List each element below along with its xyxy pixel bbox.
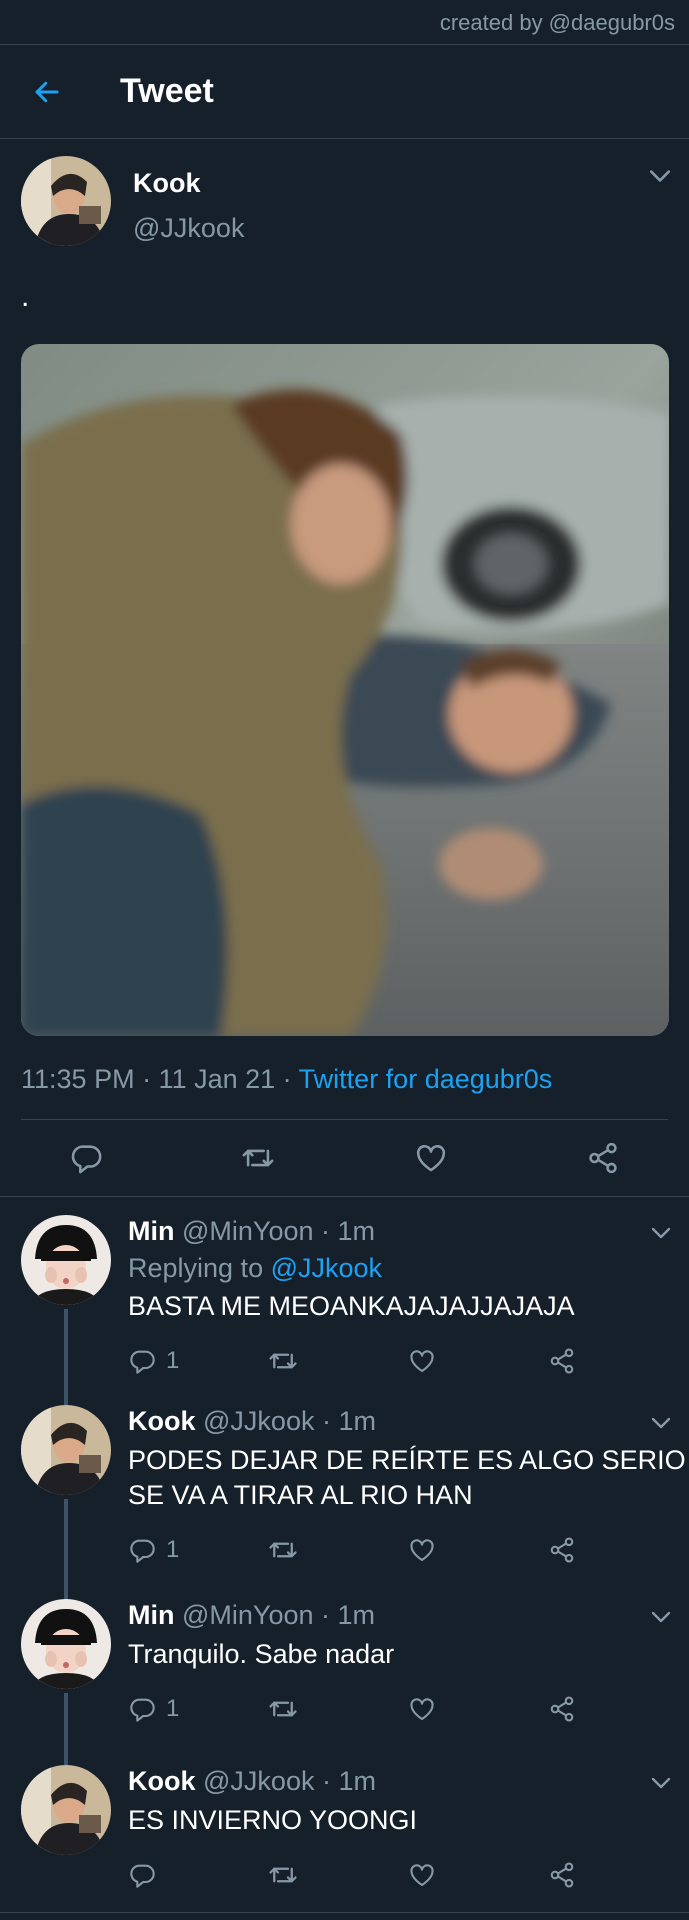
share-icon <box>586 1141 620 1175</box>
like-button[interactable] <box>414 1141 448 1175</box>
reply-author-name[interactable]: Kook <box>128 1766 196 1796</box>
share-icon <box>548 1536 576 1564</box>
reply-author-handle[interactable]: @MinYoon · 1m <box>182 1216 375 1246</box>
reply-tweet[interactable]: Kook @JJkook · 1m PODES DEJAR DE REÍRTE … <box>0 1391 689 1599</box>
replying-to-prefix: Replying to <box>128 1253 271 1283</box>
main-tweet: Kook @JJkook . 11:35 PM · 11 Jan 21 · Tw… <box>0 139 689 1120</box>
chevron-down-icon[interactable] <box>651 1611 671 1623</box>
retweet-button[interactable] <box>241 1141 275 1175</box>
reply-tweet[interactable]: Kook @JJkook · 1m ES INVIERNO YOONGI <box>0 1751 689 1913</box>
retweet-button[interactable] <box>268 1694 408 1724</box>
reply-author-name[interactable]: Kook <box>128 1406 196 1436</box>
reply-text: PODES DEJAR DE REÍRTE ES ALGO SERIO SE V… <box>128 1445 686 1510</box>
comment-icon <box>128 1695 156 1723</box>
retweet-icon <box>268 1694 298 1724</box>
reply-text: ES INVIERNO YOONGI <box>128 1805 418 1835</box>
retweet-button[interactable] <box>268 1860 408 1890</box>
reply-tweet[interactable]: Min @MinYoon · 1m Tranquilo. Sabe nadar … <box>0 1585 689 1765</box>
thread-line <box>64 1391 68 1403</box>
heart-icon <box>408 1347 436 1375</box>
reply-button[interactable] <box>69 1141 103 1175</box>
tweet-source-link[interactable]: Twitter for daegubr0s <box>299 1064 553 1094</box>
share-button[interactable] <box>548 1536 688 1564</box>
reply-button[interactable]: 1 <box>128 1695 268 1723</box>
reply-actions: 1 <box>128 1692 688 1726</box>
reply-tweet[interactable]: Min @MinYoon · 1m Replying to @JJkook BA… <box>0 1197 689 1409</box>
reply-count: 1 <box>166 1695 180 1722</box>
reply-button[interactable] <box>128 1861 268 1889</box>
photo-content <box>21 344 669 1036</box>
share-button[interactable] <box>586 1141 620 1175</box>
retweet-icon <box>268 1860 298 1890</box>
reply-author-handle[interactable]: @JJkook · 1m <box>203 1406 376 1436</box>
chevron-down-icon[interactable] <box>649 169 671 183</box>
reply-actions <box>128 1858 688 1892</box>
heart-icon <box>408 1536 436 1564</box>
comment-icon <box>128 1861 156 1889</box>
avatar[interactable] <box>21 1215 111 1305</box>
top-bar: Tweet <box>0 45 689 139</box>
tweet-text: . <box>21 280 30 313</box>
reply-text: BASTA ME MEOANKAJAJAJJAJAJA <box>128 1291 575 1321</box>
share-icon <box>548 1861 576 1889</box>
share-icon <box>548 1695 576 1723</box>
like-button[interactable] <box>408 1861 548 1889</box>
share-button[interactable] <box>548 1861 688 1889</box>
tweet-time-date: 11:35 PM · 11 Jan 21 · <box>21 1064 299 1094</box>
retweet-button[interactable] <box>268 1535 408 1565</box>
like-button[interactable] <box>408 1536 548 1564</box>
heart-icon <box>414 1141 448 1175</box>
comment-icon <box>128 1536 156 1564</box>
reply-text: Tranquilo. Sabe nadar <box>128 1639 395 1669</box>
tweet-timestamp: 11:35 PM · 11 Jan 21 · Twitter for daegu… <box>21 1064 668 1120</box>
reply-author-handle[interactable]: @MinYoon · 1m <box>182 1600 375 1630</box>
reply-author-name[interactable]: Min <box>128 1216 175 1246</box>
page-title: Tweet <box>120 72 214 110</box>
retweet-icon <box>268 1346 298 1376</box>
replying-to-link[interactable]: @JJkook <box>271 1253 382 1283</box>
tweet-author: Kook @JJkook <box>21 139 668 246</box>
reply-author-name[interactable]: Min <box>128 1600 175 1630</box>
thread-line <box>64 1499 68 1599</box>
retweet-icon <box>268 1535 298 1565</box>
reply-actions: 1 <box>128 1344 688 1378</box>
heart-icon <box>408 1861 436 1889</box>
back-button[interactable] <box>24 69 70 115</box>
share-button[interactable] <box>548 1347 688 1375</box>
thread-line <box>64 1751 68 1763</box>
reply-button[interactable]: 1 <box>128 1347 268 1375</box>
chevron-down-icon[interactable] <box>651 1227 671 1239</box>
comment-icon <box>128 1347 156 1375</box>
avatar[interactable] <box>21 1765 111 1855</box>
chevron-down-icon[interactable] <box>651 1777 671 1789</box>
reply-author-handle[interactable]: @JJkook · 1m <box>203 1766 376 1796</box>
reply-actions: 1 <box>128 1533 688 1567</box>
divider <box>0 1912 689 1913</box>
like-button[interactable] <box>408 1695 548 1723</box>
thread-line <box>64 1585 68 1597</box>
share-icon <box>548 1347 576 1375</box>
author-name[interactable]: Kook <box>133 168 244 199</box>
retweet-icon <box>241 1140 275 1176</box>
share-button[interactable] <box>548 1695 688 1723</box>
reply-count: 1 <box>166 1347 180 1374</box>
reply-count: 1 <box>166 1536 180 1563</box>
heart-icon <box>408 1695 436 1723</box>
main-tweet-actions <box>0 1120 689 1197</box>
avatar[interactable] <box>21 1599 111 1689</box>
arrow-left-icon <box>35 81 59 102</box>
like-button[interactable] <box>408 1347 548 1375</box>
tweet-photo[interactable] <box>21 344 669 1036</box>
watermark-credit: created by @daegubr0s <box>0 0 689 45</box>
replying-to: Replying to @JJkook <box>128 1253 688 1283</box>
avatar[interactable] <box>21 156 111 246</box>
comment-icon <box>69 1141 103 1175</box>
avatar[interactable] <box>21 1405 111 1495</box>
author-handle[interactable]: @JJkook <box>133 213 244 244</box>
chevron-down-icon[interactable] <box>651 1417 671 1429</box>
reply-button[interactable]: 1 <box>128 1536 268 1564</box>
retweet-button[interactable] <box>268 1346 408 1376</box>
